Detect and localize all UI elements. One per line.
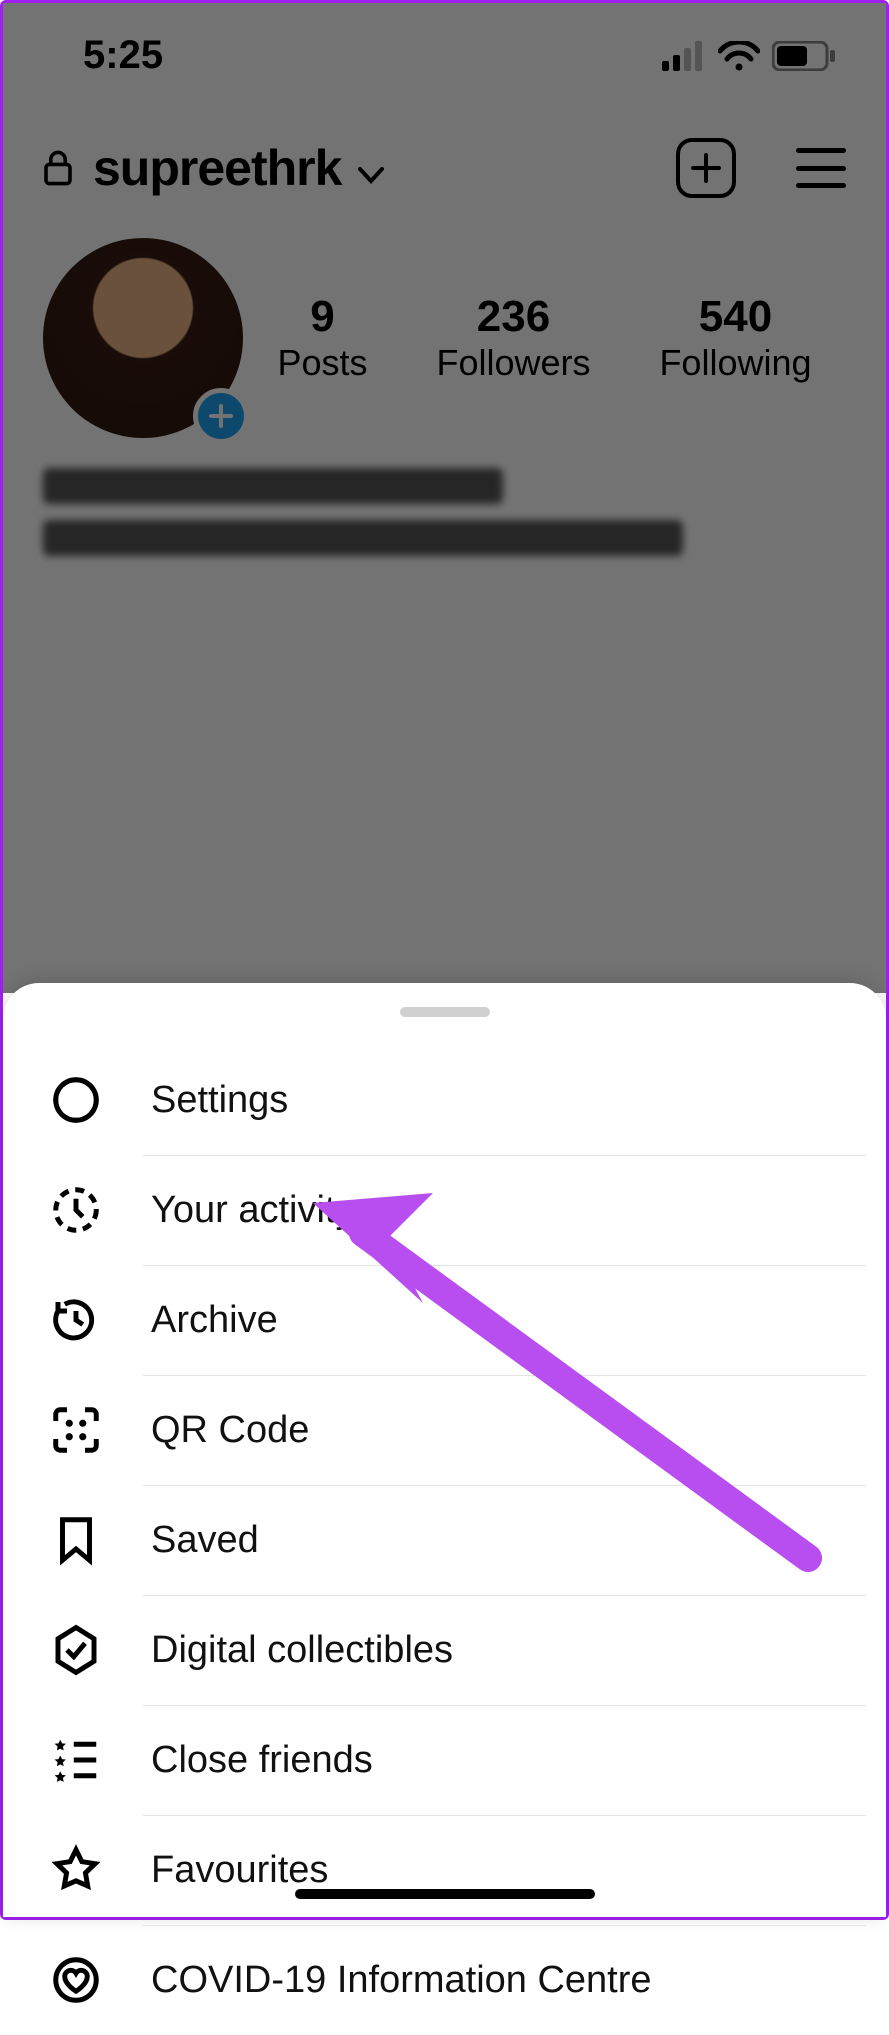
avatar[interactable] — [43, 238, 243, 438]
gear-icon — [49, 1073, 103, 1127]
stat-posts-count: 9 — [277, 292, 367, 342]
menu-item-archive[interactable]: Archive — [3, 1265, 886, 1375]
stat-followers[interactable]: 236 Followers — [436, 292, 590, 384]
bio-text-blurred — [43, 520, 683, 556]
menu-item-label: Digital collectibles — [151, 1629, 453, 1672]
activity-icon — [49, 1183, 103, 1237]
plus-icon — [689, 151, 723, 185]
menu-item-close-friends[interactable]: Close friends — [3, 1705, 886, 1815]
heart-badge-icon — [49, 1953, 103, 2007]
menu-item-label: Settings — [151, 1079, 288, 1122]
stat-following[interactable]: 540 Following — [659, 292, 811, 384]
menu-item-label: Archive — [151, 1299, 278, 1342]
new-post-button[interactable] — [676, 138, 736, 198]
menu-item-label: Close friends — [151, 1739, 373, 1782]
menu-item-settings[interactable]: Settings — [3, 1045, 886, 1155]
menu-item-label: Saved — [151, 1519, 259, 1562]
menu-item-favourites[interactable]: Favourites — [3, 1815, 886, 1925]
star-icon — [49, 1843, 103, 1897]
status-time: 5:25 — [83, 33, 163, 78]
username-text: supreethrk — [93, 140, 341, 196]
status-indicators — [662, 41, 836, 71]
profile-bio — [3, 438, 886, 586]
battery-icon — [772, 41, 836, 71]
bio-name-blurred — [43, 468, 503, 504]
menu-item-label: Your activity — [151, 1189, 354, 1232]
home-indicator[interactable] — [295, 1889, 595, 1899]
stat-following-count: 540 — [659, 292, 811, 342]
username-switcher[interactable]: supreethrk — [93, 139, 384, 197]
hexagon-check-icon — [49, 1623, 103, 1677]
chevron-down-icon — [358, 167, 384, 185]
stat-followers-count: 236 — [436, 292, 590, 342]
menu-item-label: QR Code — [151, 1409, 309, 1452]
status-bar: 5:25 — [3, 3, 886, 88]
plus-icon — [208, 403, 234, 429]
bookmark-icon — [49, 1513, 103, 1567]
qr-code-icon — [49, 1403, 103, 1457]
sheet-grabber[interactable] — [400, 1007, 490, 1017]
stat-posts-label: Posts — [277, 342, 367, 384]
stat-posts[interactable]: 9 Posts — [277, 292, 367, 384]
menu-item-label: Favourites — [151, 1849, 328, 1892]
add-story-button[interactable] — [193, 388, 249, 444]
stat-following-label: Following — [659, 342, 811, 384]
menu-item-saved[interactable]: Saved — [3, 1485, 886, 1595]
profile-header: supreethrk — [3, 88, 886, 208]
archive-icon — [49, 1293, 103, 1347]
menu-item-qr-code[interactable]: QR Code — [3, 1375, 886, 1485]
options-bottom-sheet: Settings Your activity Archive QR Code S… — [3, 983, 886, 1917]
menu-item-label: COVID-19 Information Centre — [151, 1959, 652, 2002]
cell-signal-icon — [662, 41, 706, 71]
wifi-icon — [718, 41, 760, 71]
lock-icon — [43, 150, 73, 186]
profile-stats-row: 9 Posts 236 Followers 540 Following — [3, 208, 886, 438]
stat-followers-label: Followers — [436, 342, 590, 384]
menu-button[interactable] — [796, 148, 846, 188]
menu-item-covid-info[interactable]: COVID-19 Information Centre — [3, 1925, 886, 2035]
menu-item-your-activity[interactable]: Your activity — [3, 1155, 886, 1265]
menu-item-digital-collectibles[interactable]: Digital collectibles — [3, 1595, 886, 1705]
star-list-icon — [49, 1733, 103, 1787]
